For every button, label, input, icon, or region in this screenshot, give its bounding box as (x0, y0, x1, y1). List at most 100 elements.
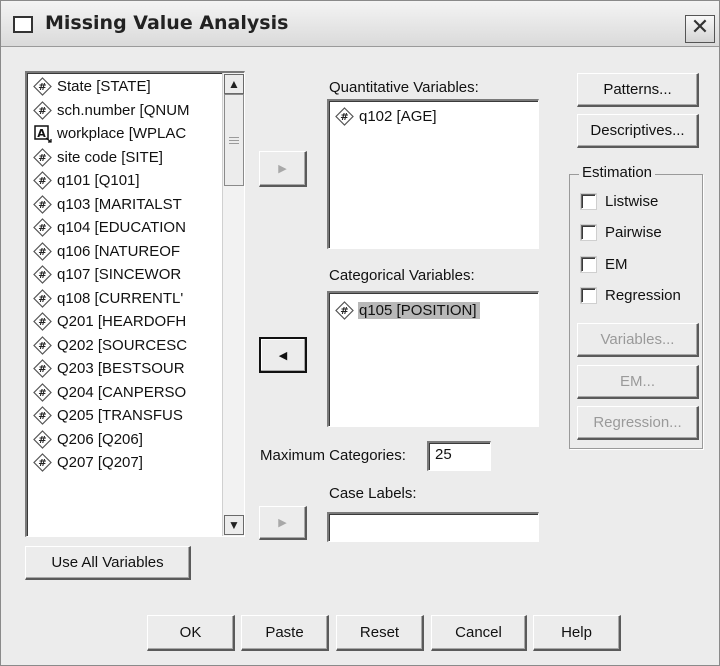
variable-list-item[interactable]: # Q201 [HEARDOFH (27, 310, 222, 334)
variable-label: site code [SITE] (57, 148, 163, 166)
scroll-up-button[interactable]: ▲ (224, 74, 244, 94)
variable-list-item[interactable]: # q104 [EDUCATION (27, 216, 222, 240)
variable-label: q101 [Q101] (57, 172, 140, 190)
variable-label: Q204 [CANPERSO (57, 383, 187, 401)
svg-text:#: # (38, 200, 46, 211)
variable-list-item[interactable]: # Q205 [TRANSFUS (27, 404, 222, 428)
svg-text:#: # (38, 411, 46, 422)
variable-list-item[interactable]: # Q202 [SOURCESC (27, 334, 222, 358)
scale-variable-icon: # (33, 359, 52, 379)
chevron-up-icon: ▲ (228, 77, 240, 91)
window-title: Missing Value Analysis (45, 12, 289, 34)
variable-label: q103 [MARITALST (57, 195, 182, 213)
svg-text:#: # (38, 247, 46, 258)
arrow-right-icon: ▶ (278, 517, 287, 529)
variable-label: sch.number [QNUM (57, 101, 190, 119)
variable-list-item[interactable]: # q108 [CURRENTL' (27, 287, 222, 311)
cancel-button[interactable]: Cancel (431, 615, 527, 651)
variable-label: q108 [CURRENTL' (57, 289, 184, 307)
categorical-variables-list[interactable]: # q105 [POSITION] (327, 291, 539, 427)
maximum-categories-input[interactable]: 25 (427, 441, 491, 471)
checkbox-label: EM (605, 256, 628, 273)
regression-button[interactable]: Regression... (577, 406, 699, 440)
variable-list-item[interactable]: # Q207 [Q207] (27, 451, 222, 475)
help-button[interactable]: Help (533, 615, 621, 651)
variable-list-item[interactable]: # site code [SITE] (27, 146, 222, 170)
svg-text:#: # (38, 82, 46, 93)
variable-label: Q206 [Q206] (57, 430, 143, 448)
variable-list-item[interactable]: # q101 [Q101] (27, 169, 222, 193)
checkbox-label: Pairwise (605, 224, 662, 241)
variable-label: q107 [SINCEWOR (57, 266, 182, 284)
scale-variable-icon: # (33, 312, 52, 332)
checkbox-label: Regression (605, 287, 681, 304)
descriptives-button[interactable]: Descriptives... (577, 114, 699, 148)
patterns-button[interactable]: Patterns... (577, 73, 699, 107)
estimation-option-listwise[interactable]: Listwise (581, 193, 658, 210)
title-bar[interactable]: Missing Value Analysis ✕ (1, 1, 719, 47)
variable-label: q106 [NATUREOF (57, 242, 181, 260)
variable-label: State [STATE] (57, 78, 151, 96)
svg-text:#: # (38, 317, 46, 328)
missing-value-analysis-dialog: Missing Value Analysis ✕ # State [STATE] #… (0, 0, 720, 666)
checkbox-label: Listwise (605, 193, 659, 210)
variable-label: Q201 [HEARDOFH (57, 313, 187, 331)
string-variable-icon: A (33, 124, 52, 143)
variable-list-item[interactable]: # sch.number [QNUM (27, 99, 222, 123)
variable-list-item[interactable]: # Q204 [CANPERSO (27, 381, 222, 405)
paste-button[interactable]: Paste (241, 615, 329, 651)
svg-text:A: A (37, 127, 46, 140)
variable-list-item[interactable]: # q105 [POSITION] (329, 299, 538, 323)
estimation-option-pairwise[interactable]: Pairwise (581, 224, 662, 241)
variable-list-item[interactable]: # q107 [SINCEWOR (27, 263, 222, 287)
scale-variable-icon: # (33, 288, 52, 308)
source-variable-list[interactable]: # State [STATE] # sch.number [QNUM Aworkplac… (25, 71, 245, 537)
variable-list-item[interactable]: # Q203 [BESTSOUR (27, 357, 222, 381)
close-button[interactable]: ✕ (685, 15, 715, 43)
estimation-option-regression[interactable]: Regression (581, 287, 681, 304)
svg-text:#: # (38, 458, 46, 469)
reset-button[interactable]: Reset (336, 615, 424, 651)
scroll-thumb[interactable] (224, 94, 244, 186)
move-to-case-labels-button[interactable]: ▶ (259, 506, 307, 540)
checkbox[interactable] (581, 225, 596, 240)
svg-text:#: # (340, 112, 348, 123)
use-all-variables-button[interactable]: Use All Variables (25, 546, 191, 580)
variable-list-item[interactable]: # q106 [NATUREOF (27, 240, 222, 264)
variable-list-scrollbar[interactable]: ▲ ▼ (222, 73, 244, 536)
move-to-quantitative-button[interactable]: ▶ (259, 151, 307, 187)
variable-list-item[interactable]: # Q206 [Q206] (27, 428, 222, 452)
svg-text:#: # (38, 435, 46, 446)
svg-text:#: # (38, 341, 46, 352)
scale-variable-icon: # (33, 406, 52, 426)
categorical-variables-label: Categorical Variables: (329, 267, 475, 284)
variable-list-item[interactable]: # q103 [MARITALST (27, 193, 222, 217)
svg-text:#: # (38, 364, 46, 375)
quantitative-variables-list[interactable]: # q102 [AGE] (327, 99, 539, 249)
case-labels-input[interactable] (327, 512, 539, 542)
em-button[interactable]: EM... (577, 365, 699, 399)
variable-list-item[interactable]: Aworkplace [WPLAC (27, 122, 222, 146)
variable-list-item[interactable]: # q102 [AGE] (329, 105, 538, 129)
variable-label: Q202 [SOURCESC (57, 336, 188, 354)
move-from-categorical-button[interactable]: ◀ (259, 337, 307, 373)
variables-button[interactable]: Variables... (577, 323, 699, 357)
svg-text:#: # (38, 388, 46, 399)
variable-label: Q205 [TRANSFUS (57, 407, 183, 425)
scroll-down-button[interactable]: ▼ (224, 515, 244, 535)
scale-variable-icon: # (33, 171, 52, 191)
estimation-group-title: Estimation (579, 164, 656, 181)
ok-button[interactable]: OK (147, 615, 235, 651)
quantitative-variables-label: Quantitative Variables: (329, 79, 479, 96)
scale-variable-icon: # (335, 301, 354, 321)
checkbox[interactable] (581, 194, 596, 209)
svg-text:#: # (38, 270, 46, 281)
arrow-left-icon: ◀ (278, 349, 288, 362)
estimation-option-em[interactable]: EM (581, 256, 628, 273)
checkbox[interactable] (581, 288, 596, 303)
scale-variable-icon: # (33, 77, 52, 97)
scale-variable-icon: # (33, 382, 52, 402)
variable-label: Q203 [BESTSOUR (57, 360, 185, 378)
checkbox[interactable] (581, 257, 596, 272)
variable-list-item[interactable]: # State [STATE] (27, 75, 222, 99)
